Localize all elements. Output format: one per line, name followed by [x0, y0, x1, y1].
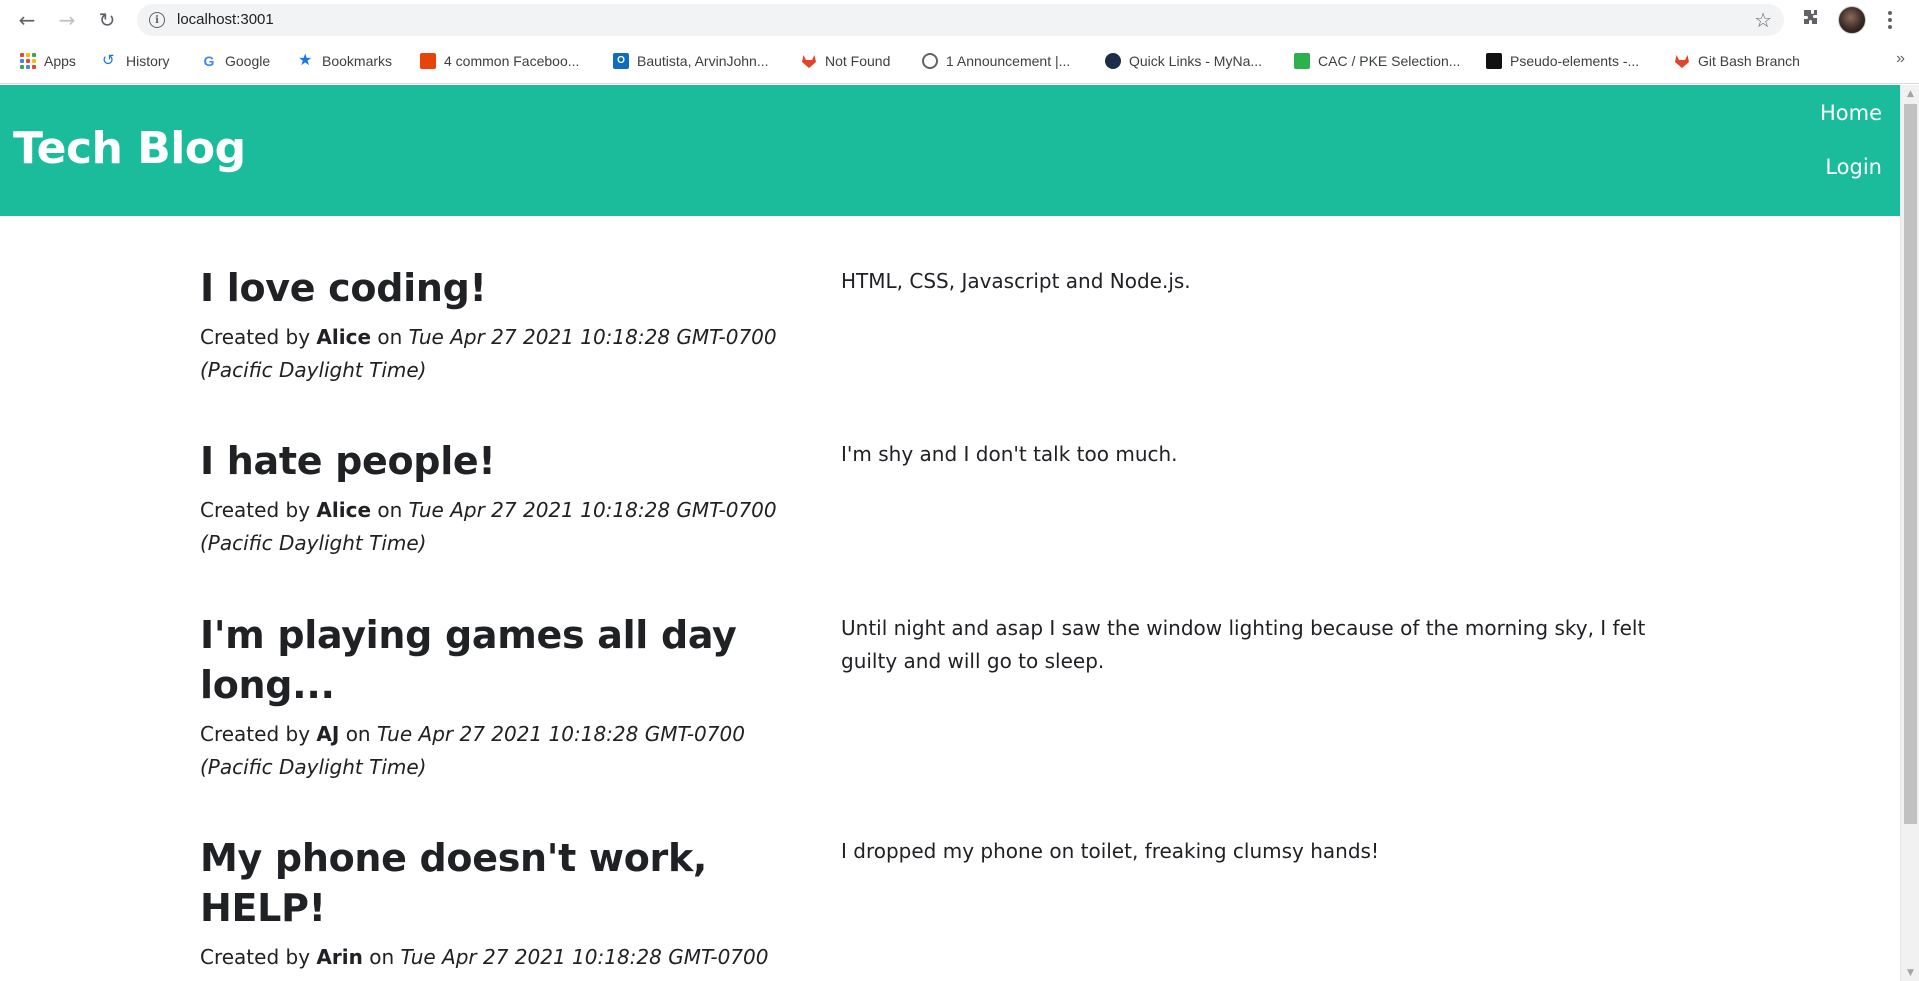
star-icon: ★ [298, 52, 313, 69]
nav-home-link[interactable]: Home [1820, 101, 1882, 125]
post-header: My phone doesn't work, HELP! Created by … [200, 833, 820, 981]
browser-toolbar: ← → ↻ i localhost:3001 ☆ [0, 0, 1919, 40]
bookmark-git-bash-branch[interactable]: Git Bash Branch [1674, 50, 1800, 72]
google-g-icon: G [203, 53, 215, 69]
bookmark-history[interactable]: ↺ History [102, 50, 170, 72]
history-icon: ↺ [102, 52, 115, 69]
bookmark-label: Pseudo-elements -... [1510, 53, 1640, 69]
kebab-menu-icon[interactable] [1884, 8, 1896, 32]
bookmark-facebook-article[interactable]: 4 common Faceboo... [420, 50, 579, 72]
on-label: on [369, 945, 395, 969]
created-by-label: Created by [200, 325, 311, 349]
post-meta: Created by Alice on Tue Apr 27 2021 10:1… [200, 494, 820, 560]
post-author: Alice [316, 325, 372, 349]
profile-avatar[interactable] [1838, 6, 1866, 34]
bookmark-bookmarks[interactable]: ★ Bookmarks [298, 50, 392, 72]
orange-square-icon [420, 53, 436, 69]
post-body: Until night and asap I saw the window li… [841, 616, 1646, 673]
bookmark-label: 4 common Faceboo... [444, 53, 580, 69]
on-label: on [345, 722, 371, 746]
bookmark-not-found[interactable]: Not Found [801, 50, 890, 72]
created-by-label: Created by [200, 945, 311, 969]
post-author: Arin [316, 945, 363, 969]
bookmark-label: Bookmarks [322, 53, 393, 69]
reload-icon[interactable]: ↻ [93, 6, 121, 34]
green-square-icon [1294, 53, 1310, 69]
vertical-scrollbar[interactable]: ▲ ▼ [1900, 85, 1919, 981]
apps-grid-icon [20, 53, 36, 69]
post-title[interactable]: I hate people! [200, 436, 820, 486]
post-header: I love coding! Created by Alice on Tue A… [200, 263, 820, 387]
bookmark-announcement[interactable]: 1 Announcement |... [922, 50, 1070, 72]
address-bar[interactable]: i localhost:3001 ☆ [137, 4, 1784, 36]
post-meta: Created by AJ on Tue Apr 27 2021 10:18:2… [200, 718, 820, 784]
post-title[interactable]: My phone doesn't work, HELP! [200, 833, 820, 933]
bookmark-google[interactable]: G Google [201, 50, 271, 72]
created-by-label: Created by [200, 722, 311, 746]
bookmark-label: Git Bash Branch [1698, 53, 1800, 69]
post-header: I hate people! Created by Alice on Tue A… [200, 436, 820, 560]
gitlab-icon [801, 53, 817, 69]
bookmark-label: Quick Links - MyNa... [1129, 53, 1263, 69]
back-arrow-icon[interactable]: ← [13, 6, 41, 34]
post-body: I dropped my phone on toilet, freaking c… [841, 839, 1379, 863]
bookmark-quick-links[interactable]: Quick Links - MyNa... [1105, 50, 1262, 72]
gitlab-icon [1674, 53, 1690, 69]
post-header: I'm playing games all day long... Create… [200, 610, 820, 784]
bookmark-label: History [126, 53, 170, 69]
post-meta: Created by Alice on Tue Apr 27 2021 10:1… [200, 321, 820, 387]
scroll-down-arrow-icon[interactable]: ▼ [1901, 964, 1919, 981]
bookmark-label: Not Found [825, 53, 891, 69]
bookmark-label: Bautista, ArvinJohn... [637, 53, 769, 69]
url-text[interactable]: localhost:3001 [177, 11, 274, 28]
post-title[interactable]: I'm playing games all day long... [200, 610, 820, 710]
nav-login-link[interactable]: Login [1825, 155, 1882, 179]
on-label: on [377, 498, 403, 522]
bookmarks-overflow-icon[interactable]: » [1896, 50, 1905, 68]
post-author: Alice [316, 498, 372, 522]
post-title[interactable]: I love coding! [200, 263, 820, 313]
post-meta: Created by Arin on Tue Apr 27 2021 10:18… [200, 941, 820, 981]
extensions-puzzle-icon[interactable] [1801, 8, 1823, 30]
bookmark-label: 1 Announcement |... [946, 53, 1071, 69]
site-header: Tech Blog Home Login [0, 85, 1900, 216]
black-square-icon [1486, 53, 1502, 69]
bookmark-apps[interactable]: Apps [20, 50, 76, 72]
created-by-label: Created by [200, 498, 311, 522]
forward-arrow-icon[interactable]: → [53, 6, 81, 34]
site-title[interactable]: Tech Blog [13, 123, 246, 174]
outlook-icon: O [613, 53, 629, 69]
bookmark-pseudo-elements[interactable]: Pseudo-elements -... [1486, 50, 1639, 72]
bookmark-cac-pke[interactable]: CAC / PKE Selection... [1294, 50, 1460, 72]
browser-chrome: ← → ↻ i localhost:3001 ☆ Apps ↺ History [0, 0, 1919, 84]
bookmarks-bar: Apps ↺ History G Google ★ Bookmarks 4 co… [0, 44, 1919, 76]
bookmark-label: CAC / PKE Selection... [1318, 53, 1461, 69]
scroll-up-arrow-icon[interactable]: ▲ [1901, 85, 1919, 102]
page-viewport: Tech Blog Home Login I love coding! Crea… [0, 85, 1900, 981]
bookmark-outlook[interactable]: O Bautista, ArvinJohn... [613, 50, 769, 72]
info-icon[interactable]: i [149, 12, 165, 28]
bookmark-star-icon[interactable]: ☆ [1754, 8, 1772, 32]
post-body: HTML, CSS, Javascript and Node.js. [841, 269, 1191, 293]
post-author: AJ [316, 722, 340, 746]
scrollbar-thumb[interactable] [1904, 104, 1917, 824]
post-body: I'm shy and I don't talk too much. [841, 442, 1178, 466]
bookmark-label: Apps [44, 53, 76, 69]
on-label: on [377, 325, 403, 349]
seal-icon [1105, 53, 1121, 69]
bookmark-label: Google [225, 53, 271, 69]
globe-icon [922, 53, 938, 69]
